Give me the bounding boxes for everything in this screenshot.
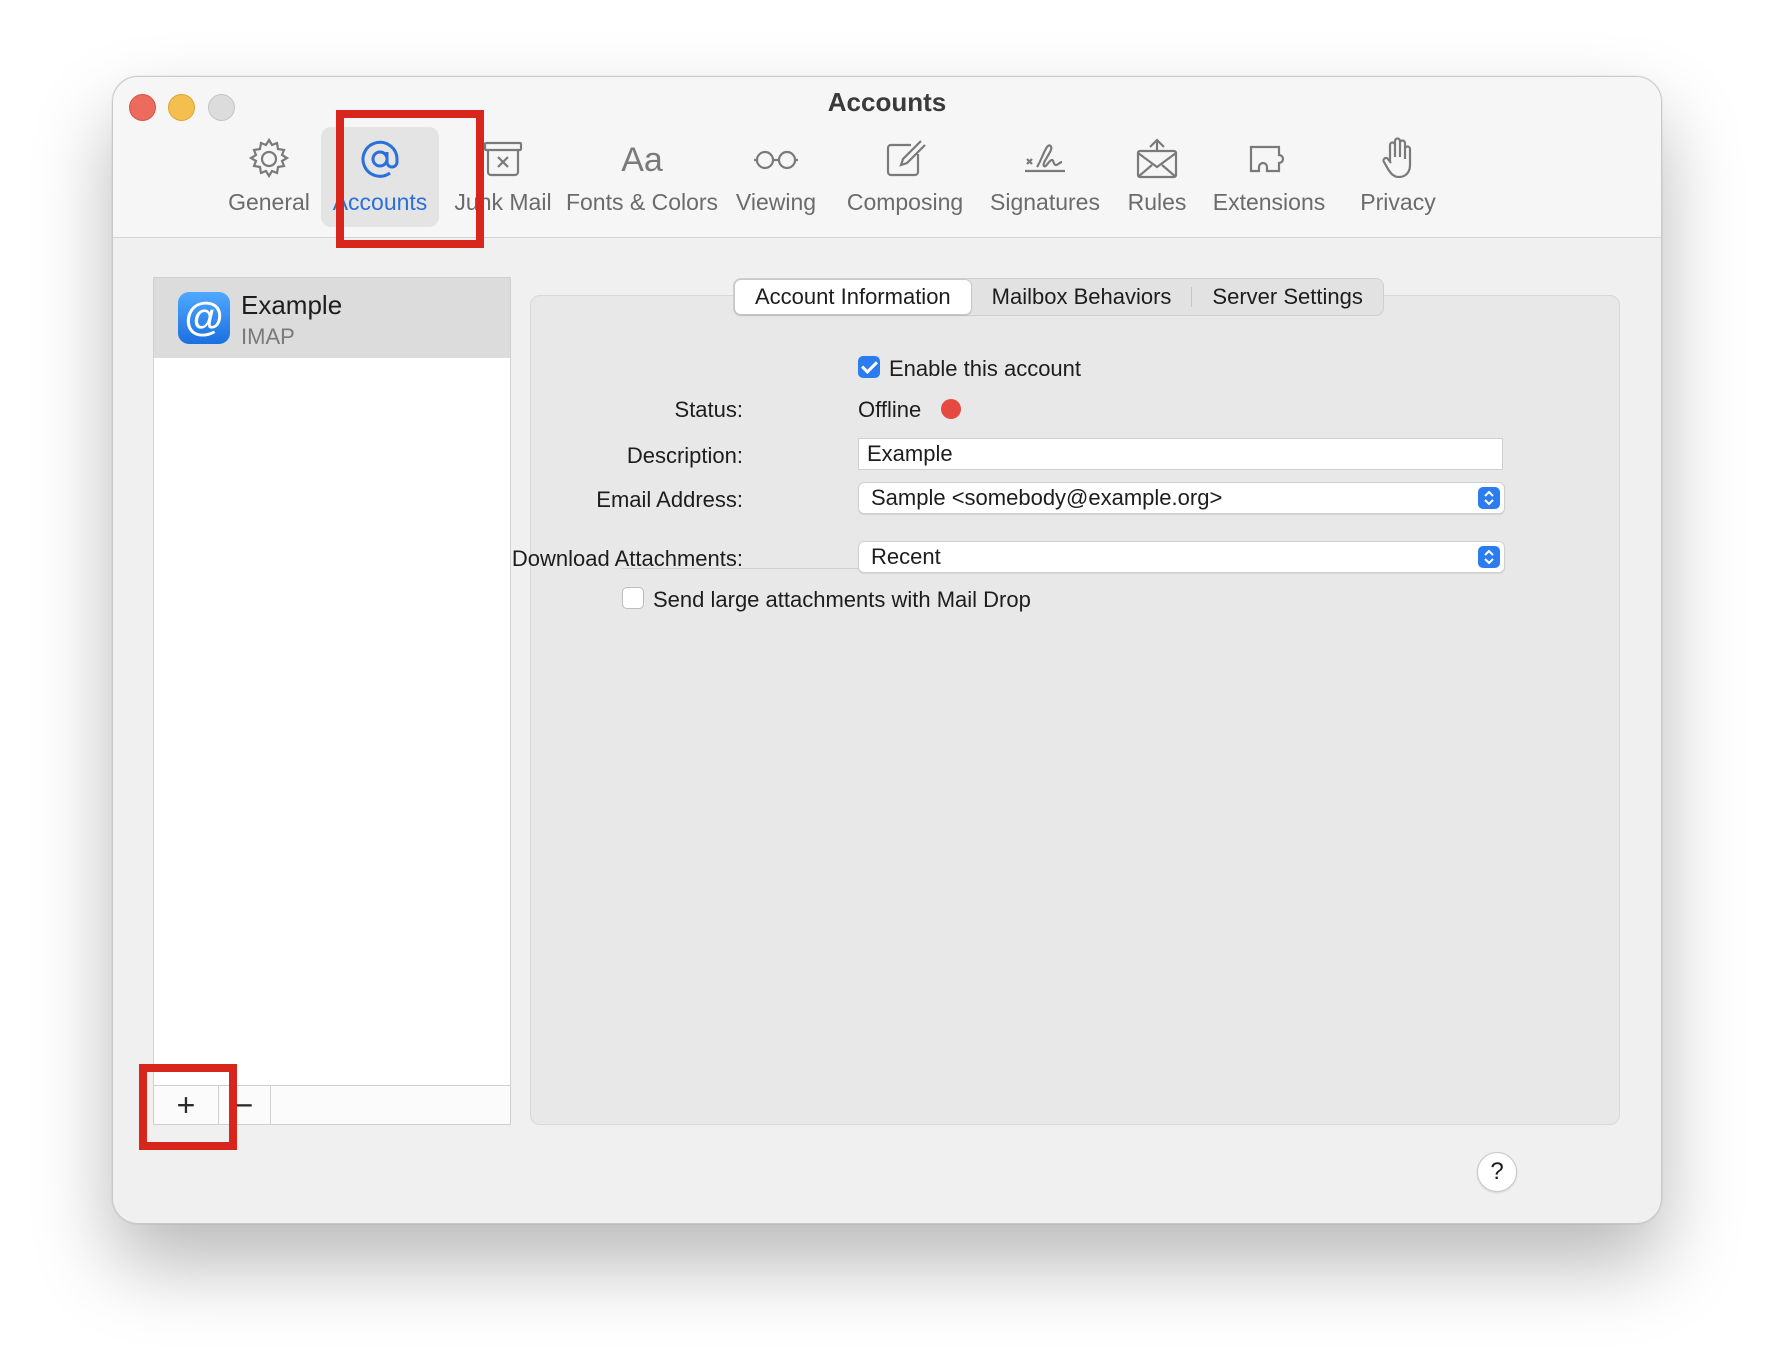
window-title: Accounts bbox=[827, 87, 947, 117]
toolbar-privacy[interactable]: Privacy bbox=[1349, 127, 1447, 227]
account-type: IMAP bbox=[241, 324, 295, 349]
download-attachments-value: Recent bbox=[871, 544, 941, 569]
toolbar-label: Junk Mail bbox=[454, 189, 552, 215]
description-field[interactable]: Example bbox=[858, 438, 1503, 470]
at-sign-icon: @ bbox=[178, 292, 230, 344]
description-label: Description: bbox=[626, 443, 743, 468]
at-sign-icon bbox=[361, 140, 399, 178]
help-button[interactable]: ? bbox=[1477, 1152, 1517, 1192]
toolbar-accounts[interactable]: Accounts bbox=[321, 127, 439, 227]
toolbar-label: General bbox=[228, 189, 310, 215]
toolbar-label: Accounts bbox=[332, 189, 428, 215]
hand-icon bbox=[1382, 137, 1412, 179]
status-value: Offline bbox=[858, 397, 922, 422]
toolbar-label: Privacy bbox=[1360, 189, 1436, 215]
email-address-label: Email Address: bbox=[596, 487, 743, 512]
status-offline-indicator bbox=[941, 399, 961, 419]
remove-account-button[interactable]: − bbox=[218, 1086, 271, 1124]
titlebar: Accounts General Accounts Junk Mail Aa F… bbox=[113, 77, 1661, 238]
enable-account-checkbox[interactable] bbox=[858, 356, 880, 378]
toolbar-label: Rules bbox=[1127, 189, 1187, 215]
accounts-list-toolbar: + − bbox=[153, 1085, 511, 1125]
toolbar-composing[interactable]: Composing bbox=[837, 127, 973, 227]
toolbar-label: Signatures bbox=[990, 189, 1100, 215]
account-row-example[interactable]: @ Example IMAP bbox=[154, 278, 510, 358]
tab-account-information[interactable]: Account Information bbox=[734, 279, 972, 315]
toolbar-label: Extensions bbox=[1212, 189, 1326, 215]
email-address-popup[interactable]: Sample <somebody@example.org> bbox=[858, 482, 1505, 514]
toolbar-label: Composing bbox=[846, 189, 964, 215]
popup-arrows-icon bbox=[1478, 546, 1500, 568]
toolbar-junk-mail[interactable]: Junk Mail bbox=[451, 127, 555, 227]
signature-icon bbox=[1025, 144, 1065, 173]
glasses-icon bbox=[754, 150, 798, 170]
account-name: Example bbox=[241, 290, 343, 320]
toolbar-fonts-colors[interactable]: Aa Fonts & Colors bbox=[565, 127, 719, 227]
toolbar-viewing[interactable]: Viewing bbox=[727, 127, 825, 227]
tab-server-settings[interactable]: Server Settings bbox=[1192, 280, 1382, 314]
toolbar-general[interactable]: General bbox=[227, 127, 311, 227]
tab-mailbox-behaviors[interactable]: Mailbox Behaviors bbox=[972, 280, 1192, 314]
puzzle-icon bbox=[1249, 145, 1285, 173]
email-address-value: Sample <somebody@example.org> bbox=[871, 485, 1223, 510]
status-label: Status: bbox=[674, 397, 743, 422]
mail-drop-checkbox[interactable] bbox=[622, 587, 644, 609]
download-attachments-label: Download Attachments: bbox=[511, 546, 743, 571]
enable-account-label: Enable this account bbox=[889, 356, 1082, 381]
compose-icon bbox=[886, 140, 926, 177]
preferences-window: Accounts General Accounts Junk Mail Aa F… bbox=[112, 76, 1662, 1224]
gear-icon bbox=[248, 137, 290, 179]
add-account-button[interactable]: + bbox=[154, 1086, 219, 1124]
svg-text:Aa: Aa bbox=[621, 141, 663, 179]
popup-arrows-icon bbox=[1478, 487, 1500, 509]
toolbar-rules[interactable]: Rules bbox=[1121, 127, 1193, 227]
toolbar-label: Fonts & Colors bbox=[565, 189, 719, 215]
accounts-list[interactable]: @ Example IMAP bbox=[153, 277, 511, 1125]
account-tabs: Account Information Mailbox Behaviors Se… bbox=[733, 278, 1384, 316]
rules-icon bbox=[1136, 138, 1178, 179]
junk-mail-icon bbox=[483, 141, 523, 177]
download-attachments-popup[interactable]: Recent bbox=[858, 541, 1505, 573]
toolbar-extensions[interactable]: Extensions bbox=[1201, 127, 1337, 227]
mail-drop-label: Send large attachments with Mail Drop bbox=[653, 587, 1031, 612]
toolbar-label: Viewing bbox=[735, 189, 817, 215]
toolbar-signatures[interactable]: Signatures bbox=[981, 127, 1109, 227]
fonts-icon: Aa bbox=[621, 141, 663, 179]
